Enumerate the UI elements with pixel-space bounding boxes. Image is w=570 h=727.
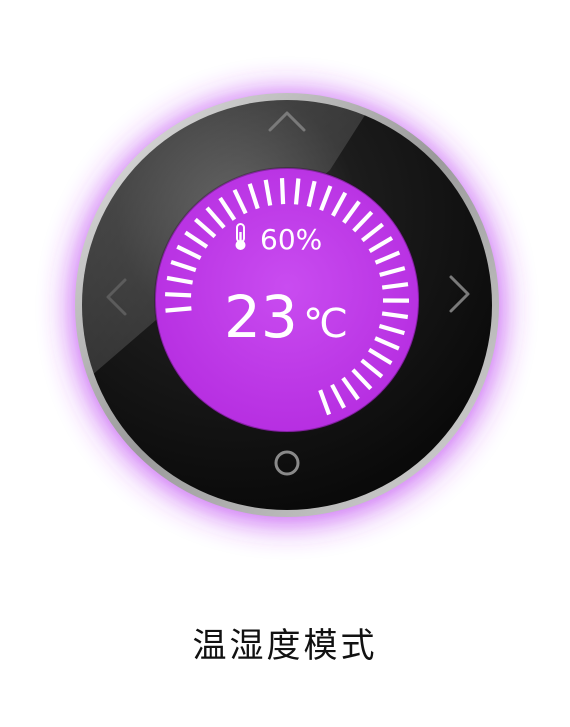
gauge-tick (282, 178, 283, 204)
gauge-tick (165, 294, 191, 295)
chevron-right-icon[interactable] (438, 270, 478, 326)
thermostat-panel: 60% 23 ℃ 温湿度模式 (0, 0, 570, 723)
temperature-unit: ℃ (303, 301, 348, 347)
gauge-tick (166, 308, 192, 310)
power-ring-icon[interactable] (265, 441, 309, 485)
chevron-up-icon[interactable] (258, 102, 316, 138)
temperature-value: 23 (224, 283, 298, 351)
chevron-left-icon[interactable] (98, 270, 138, 326)
mode-label: 温湿度模式 (0, 618, 570, 667)
thermostat-device: 60% 23 ℃ (0, 0, 570, 723)
humidity-readout: 60% (260, 223, 322, 256)
gauge-tick (296, 179, 298, 205)
